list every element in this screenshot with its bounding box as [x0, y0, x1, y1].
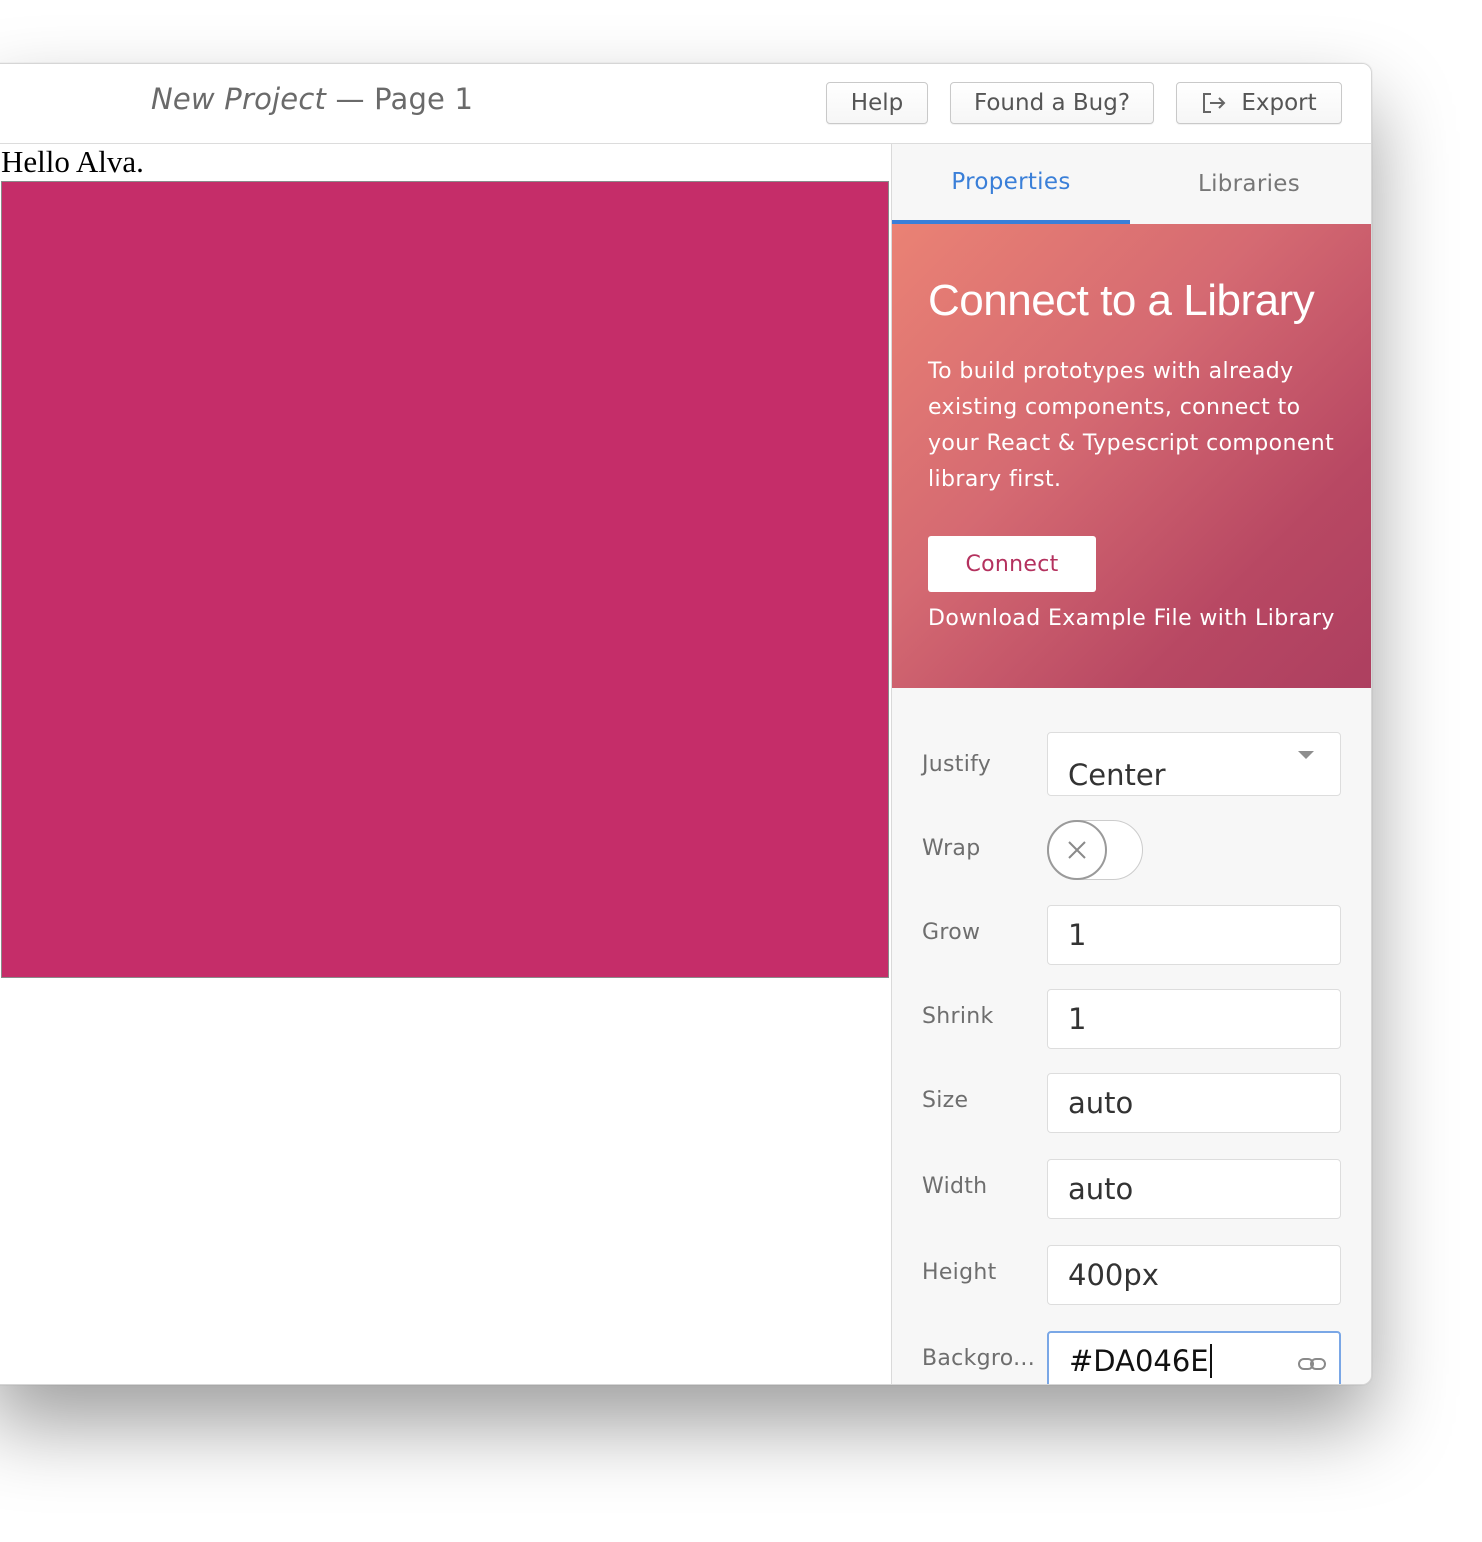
app-window: New Project — Page 1 Help Found a Bug? E… — [0, 63, 1372, 1385]
sidebar-tabs: Properties Libraries — [892, 144, 1371, 224]
justify-select[interactable]: Center — [1047, 732, 1341, 796]
export-icon — [1201, 91, 1227, 115]
justify-value: Center — [1068, 758, 1166, 792]
background-label: Backgro... — [922, 1346, 1035, 1371]
close-icon — [1068, 841, 1086, 859]
size-label: Size — [922, 1088, 969, 1113]
justify-label: Justify — [922, 752, 992, 777]
width-input[interactable]: auto — [1047, 1159, 1341, 1219]
tab-properties[interactable]: Properties — [892, 144, 1130, 224]
banner-description: To build prototypes with already existin… — [928, 359, 1335, 492]
found-a-bug-label: Found a Bug? — [973, 90, 1131, 116]
width-label: Width — [922, 1174, 988, 1199]
shrink-input[interactable]: 1 — [1047, 989, 1341, 1049]
wrap-label: Wrap — [922, 836, 981, 861]
preview-canvas[interactable]: Hello Alva. — [0, 144, 892, 1384]
height-label: Height — [922, 1260, 997, 1285]
background-color-value: #DA046E — [1069, 1344, 1209, 1378]
export-button-label: Export — [1241, 90, 1317, 116]
background-color-input[interactable]: #DA046E — [1047, 1331, 1341, 1384]
connect-library-banner: Connect to a Library To build prototypes… — [892, 224, 1371, 688]
title-separator: — — [326, 82, 375, 116]
export-button[interactable]: Export — [1176, 82, 1342, 124]
size-input[interactable]: auto — [1047, 1073, 1341, 1133]
project-name: New Project — [151, 82, 327, 116]
shrink-label: Shrink — [922, 1004, 994, 1029]
help-button[interactable]: Help — [826, 82, 928, 124]
tab-libraries[interactable]: Libraries — [1130, 144, 1368, 224]
height-input[interactable]: 400px — [1047, 1245, 1341, 1305]
chevron-down-icon — [1298, 751, 1314, 759]
page-name: Page 1 — [374, 82, 474, 116]
found-a-bug-button[interactable]: Found a Bug? — [950, 82, 1154, 124]
help-button-label: Help — [850, 90, 904, 116]
download-example-link[interactable]: Download Example File with Library — [928, 606, 1335, 631]
canvas-heading[interactable]: Hello Alva. — [1, 144, 144, 180]
banner-title: Connect to a Library — [928, 276, 1315, 325]
canvas-box-element[interactable] — [1, 181, 889, 978]
title-bar: New Project — Page 1 Help Found a Bug? E… — [0, 64, 1371, 144]
text-caret — [1209, 1344, 1212, 1378]
grow-label: Grow — [922, 920, 981, 945]
window-title: New Project — Page 1 — [151, 82, 473, 116]
wrap-toggle[interactable] — [1047, 820, 1143, 880]
connect-button[interactable]: Connect — [928, 536, 1096, 592]
wrap-toggle-knob[interactable] — [1047, 820, 1107, 880]
link-icon[interactable] — [1297, 1349, 1327, 1383]
grow-input[interactable]: 1 — [1047, 905, 1341, 965]
